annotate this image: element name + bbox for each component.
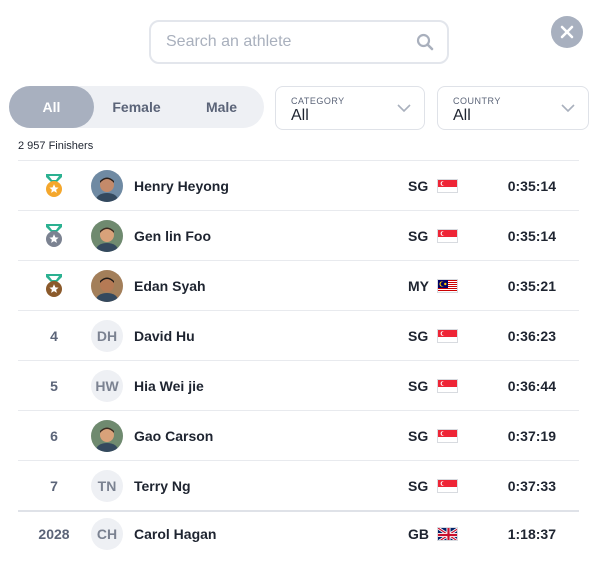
gold-medal-icon bbox=[38, 173, 70, 199]
rank: 5 bbox=[50, 377, 58, 394]
sg-flag-icon bbox=[437, 378, 458, 393]
sg-flag-icon bbox=[437, 328, 458, 343]
country-code: GB bbox=[408, 526, 429, 542]
athlete-name: Terry Ng bbox=[134, 477, 191, 494]
chevron-down-icon bbox=[561, 104, 575, 113]
finishers-count: 2 957 Finishers bbox=[18, 140, 94, 152]
sg-flag-icon bbox=[437, 428, 458, 443]
rank: 7 bbox=[50, 477, 58, 494]
table-row[interactable]: 7 TN Terry Ng SG 0:37:33 bbox=[18, 460, 579, 510]
gb-flag-icon bbox=[437, 527, 458, 541]
country-value: All bbox=[453, 107, 471, 124]
avatar: CH bbox=[91, 518, 123, 550]
finish-time: 0:35:14 bbox=[507, 177, 556, 194]
sg-flag-icon bbox=[437, 178, 458, 193]
athlete-name: Hia Wei jie bbox=[134, 377, 204, 394]
finish-time: 1:18:37 bbox=[507, 526, 556, 542]
country-label: COUNTRY bbox=[453, 96, 501, 106]
finish-time: 0:37:19 bbox=[507, 427, 556, 444]
country-code: SG bbox=[408, 477, 429, 494]
athlete-name: Carol Hagan bbox=[134, 526, 217, 542]
results-list: Henry Heyong SG 0:35:14 Gen lin Foo SG 0:35:1… bbox=[18, 160, 579, 556]
finish-time: 0:35:14 bbox=[507, 227, 556, 244]
my-flag-icon bbox=[437, 278, 458, 293]
search-box[interactable] bbox=[149, 20, 449, 64]
silver-medal-icon bbox=[38, 223, 70, 249]
table-row[interactable]: 5 HW Hia Wei jie SG 0:36:44 bbox=[18, 360, 579, 410]
table-row[interactable]: Gen lin Foo SG 0:35:14 bbox=[18, 210, 579, 260]
search-icon[interactable] bbox=[415, 32, 435, 52]
country-code: SG bbox=[408, 227, 429, 244]
country-code: MY bbox=[408, 277, 429, 294]
avatar: DH bbox=[91, 319, 123, 352]
athlete-name: David Hu bbox=[134, 327, 195, 344]
athlete-name: Gao Carson bbox=[134, 427, 214, 444]
country-select[interactable]: COUNTRY All bbox=[437, 86, 589, 130]
bronze-medal-icon bbox=[38, 273, 70, 299]
table-row[interactable]: 4 DH David Hu SG 0:36:23 bbox=[18, 310, 579, 360]
country-code: SG bbox=[408, 427, 429, 444]
sg-flag-icon bbox=[437, 478, 458, 493]
avatar bbox=[91, 419, 123, 452]
table-row[interactable]: 2028 CH Carol Hagan GB 1:18:37 bbox=[18, 510, 579, 556]
athlete-name: Henry Heyong bbox=[134, 177, 229, 194]
avatar: HW bbox=[91, 369, 123, 402]
country-code: SG bbox=[408, 327, 429, 344]
gender-option-all[interactable]: All bbox=[9, 86, 94, 128]
finish-time: 0:37:33 bbox=[507, 477, 556, 494]
close-button[interactable] bbox=[551, 16, 583, 48]
table-row[interactable]: Edan Syah MY 0:35:21 bbox=[18, 260, 579, 310]
avatar bbox=[91, 219, 123, 252]
table-row[interactable]: 6 Gao Carson SG 0:37:19 bbox=[18, 410, 579, 460]
category-label: CATEGORY bbox=[291, 96, 345, 106]
avatar bbox=[91, 169, 123, 202]
avatar bbox=[91, 269, 123, 302]
rank: 2028 bbox=[38, 526, 70, 542]
finish-time: 0:36:44 bbox=[507, 377, 556, 394]
athlete-name: Gen lin Foo bbox=[134, 227, 211, 244]
search-input[interactable] bbox=[166, 33, 415, 51]
finish-time: 0:36:23 bbox=[507, 327, 556, 344]
category-value: All bbox=[291, 107, 309, 124]
rank: 4 bbox=[50, 327, 58, 344]
sg-flag-icon bbox=[437, 228, 458, 243]
athlete-name: Edan Syah bbox=[134, 277, 206, 294]
gender-filter: All Female Male bbox=[9, 86, 264, 128]
category-select[interactable]: CATEGORY All bbox=[275, 86, 425, 130]
avatar: TN bbox=[91, 469, 123, 502]
close-icon bbox=[560, 25, 574, 39]
gender-option-male[interactable]: Male bbox=[179, 86, 264, 128]
gender-option-female[interactable]: Female bbox=[94, 86, 179, 128]
country-code: SG bbox=[408, 177, 429, 194]
country-code: SG bbox=[408, 377, 429, 394]
finish-time: 0:35:21 bbox=[507, 277, 556, 294]
table-row[interactable]: Henry Heyong SG 0:35:14 bbox=[18, 160, 579, 210]
rank: 6 bbox=[50, 427, 58, 444]
chevron-down-icon bbox=[397, 104, 411, 113]
